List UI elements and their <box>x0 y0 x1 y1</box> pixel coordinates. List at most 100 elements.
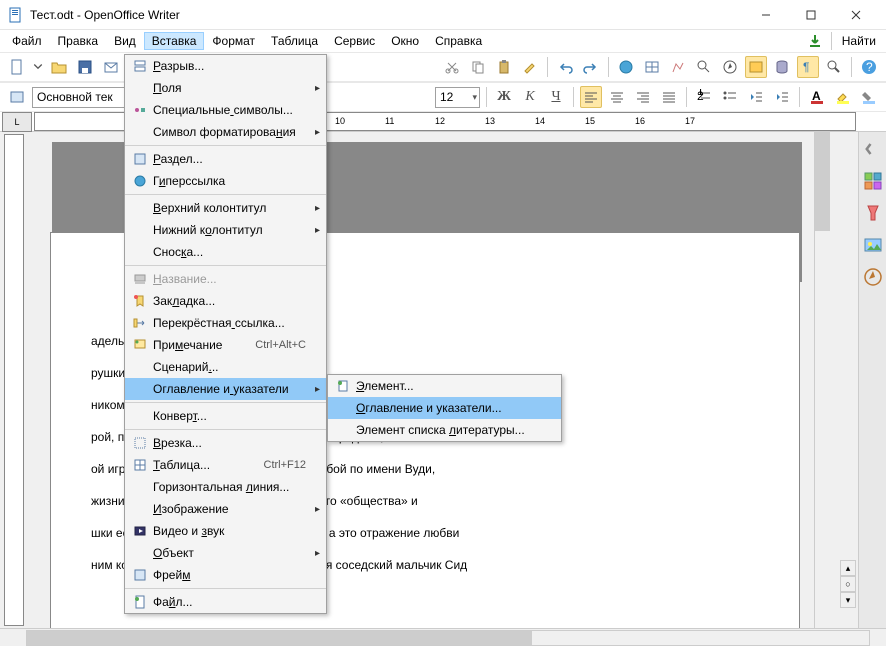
insert-menu-item-23[interactable]: Горизонтальная линия... <box>125 476 326 498</box>
sidebar-toggle-icon[interactable] <box>862 138 884 160</box>
open-button[interactable] <box>48 56 70 78</box>
menu-item-label: Конверт... <box>153 409 306 423</box>
insert-menu-item-14[interactable]: Перекрёстная ссылка... <box>125 312 326 334</box>
navigator-button[interactable] <box>719 56 741 78</box>
find-label[interactable]: Найти <box>842 34 876 48</box>
toc-submenu-item-2[interactable]: Элемент списка литературы... <box>328 419 561 441</box>
align-justify-button[interactable] <box>658 86 680 108</box>
hyperlink-toolbar-button[interactable] <box>615 56 637 78</box>
email-button[interactable] <box>100 56 122 78</box>
menu-window[interactable]: Окно <box>383 32 427 50</box>
highlight-button[interactable] <box>832 86 854 108</box>
insert-menu-item-22[interactable]: Таблица...Ctrl+F12 <box>125 454 326 476</box>
menu-help[interactable]: Справка <box>427 32 490 50</box>
toc-submenu-item-1[interactable]: Оглавление и указатели... <box>328 397 561 419</box>
properties-panel-icon[interactable] <box>862 170 884 192</box>
undo-button[interactable] <box>554 56 576 78</box>
insert-menu-item-5[interactable]: Раздел... <box>125 148 326 170</box>
copy-button[interactable] <box>467 56 489 78</box>
font-size-combo[interactable]: 12 ▾ <box>435 87 480 108</box>
italic-button[interactable]: К <box>519 86 541 108</box>
align-center-button[interactable] <box>606 86 628 108</box>
menu-item-label: Название... <box>153 272 306 286</box>
insert-menu-item-9[interactable]: Нижний колонтитул▸ <box>125 219 326 241</box>
numbered-list-button[interactable]: 12 <box>693 86 715 108</box>
show-draw-button[interactable] <box>667 56 689 78</box>
gallery-panel-icon[interactable] <box>862 234 884 256</box>
nav-target-button[interactable]: ○ <box>840 576 856 592</box>
minimize-button[interactable] <box>743 0 788 29</box>
align-left-button[interactable] <box>580 86 602 108</box>
ruler-corner[interactable]: L <box>2 112 32 132</box>
redo-button[interactable] <box>580 56 602 78</box>
table-toolbar-button[interactable] <box>641 56 663 78</box>
close-button[interactable] <box>833 0 878 29</box>
find-replace-button[interactable] <box>693 56 715 78</box>
insert-menu-item-17[interactable]: Оглавление и указатели▸ <box>125 378 326 400</box>
submenu-arrow-icon: ▸ <box>315 127 320 138</box>
menu-file[interactable]: Файл <box>4 32 50 50</box>
frame2-icon <box>127 568 153 582</box>
styles-panel-icon[interactable] <box>862 202 884 224</box>
paste-button[interactable] <box>493 56 515 78</box>
insert-menu-item-6[interactable]: Гиперссылка <box>125 170 326 192</box>
decrease-indent-button[interactable] <box>745 86 767 108</box>
insert-menu-item-19[interactable]: Конверт... <box>125 405 326 427</box>
vertical-scrollbar[interactable] <box>814 132 830 628</box>
format-paintbrush-button[interactable] <box>519 56 541 78</box>
menu-item-label: Разрыв... <box>153 59 306 73</box>
underline-button[interactable]: Ч <box>545 86 567 108</box>
insert-menu-item-2[interactable]: Специальные символы... <box>125 99 326 121</box>
toc-submenu-item-0[interactable]: Элемент... <box>328 375 561 397</box>
svg-text:A: A <box>812 89 821 103</box>
insert-menu-item-16[interactable]: Сценарий... <box>125 356 326 378</box>
insert-menu-item-3[interactable]: Символ форматирования▸ <box>125 121 326 143</box>
insert-menu-item-13[interactable]: Закладка... <box>125 290 326 312</box>
insert-menu-item-15[interactable]: ПримечаниеCtrl+Alt+C <box>125 334 326 356</box>
menu-format[interactable]: Формат <box>204 32 263 50</box>
align-right-button[interactable] <box>632 86 654 108</box>
bullet-list-button[interactable] <box>719 86 741 108</box>
download-icon[interactable] <box>807 33 823 49</box>
scrollbar-thumb[interactable] <box>27 631 532 645</box>
styles-button[interactable] <box>6 86 28 108</box>
next-page-button[interactable]: ▾ <box>840 592 856 608</box>
insert-menu-item-1[interactable]: Поля▸ <box>125 77 326 99</box>
data-sources-button[interactable] <box>771 56 793 78</box>
insert-menu-item-21[interactable]: Врезка... <box>125 432 326 454</box>
scrollbar-thumb[interactable] <box>815 132 830 231</box>
prev-page-button[interactable]: ▴ <box>840 560 856 576</box>
navigator-panel-icon[interactable] <box>862 266 884 288</box>
maximize-button[interactable] <box>788 0 833 29</box>
font-color-button[interactable]: A <box>806 86 828 108</box>
nonprinting-chars-button[interactable]: ¶ <box>797 56 819 78</box>
insert-menu-item-0[interactable]: Разрыв... <box>125 55 326 77</box>
menu-view[interactable]: Вид <box>106 32 144 50</box>
menu-item-label: Закладка... <box>153 294 306 308</box>
insert-menu-item-24[interactable]: Изображение▸ <box>125 498 326 520</box>
insert-menu-item-29[interactable]: Файл... <box>125 591 326 613</box>
new-dropdown[interactable] <box>32 56 44 78</box>
menu-table[interactable]: Таблица <box>263 32 326 50</box>
menu-tools[interactable]: Сервис <box>326 32 383 50</box>
insert-menu-item-10[interactable]: Сноска... <box>125 241 326 263</box>
insert-menu-item-25[interactable]: Видео и звук <box>125 520 326 542</box>
insert-menu-item-12[interactable]: Название... <box>125 268 326 290</box>
save-button[interactable] <box>74 56 96 78</box>
background-color-button[interactable] <box>858 86 880 108</box>
insert-menu-item-26[interactable]: Объект▸ <box>125 542 326 564</box>
shortcut-label: Ctrl+F12 <box>264 459 307 471</box>
help-button[interactable]: ? <box>858 56 880 78</box>
horizontal-scrollbar[interactable] <box>26 630 870 646</box>
zoom-button[interactable] <box>823 56 845 78</box>
insert-menu-item-8[interactable]: Верхний колонтитул▸ <box>125 197 326 219</box>
increase-indent-button[interactable] <box>771 86 793 108</box>
menu-edit[interactable]: Правка <box>50 32 107 50</box>
menu-insert[interactable]: Вставка <box>144 32 205 50</box>
vertical-ruler[interactable] <box>4 134 24 626</box>
cut-button[interactable] <box>441 56 463 78</box>
gallery-button[interactable] <box>745 56 767 78</box>
new-doc-button[interactable] <box>6 56 28 78</box>
insert-menu-item-27[interactable]: Фрейм <box>125 564 326 586</box>
bold-button[interactable]: Ж <box>493 86 515 108</box>
